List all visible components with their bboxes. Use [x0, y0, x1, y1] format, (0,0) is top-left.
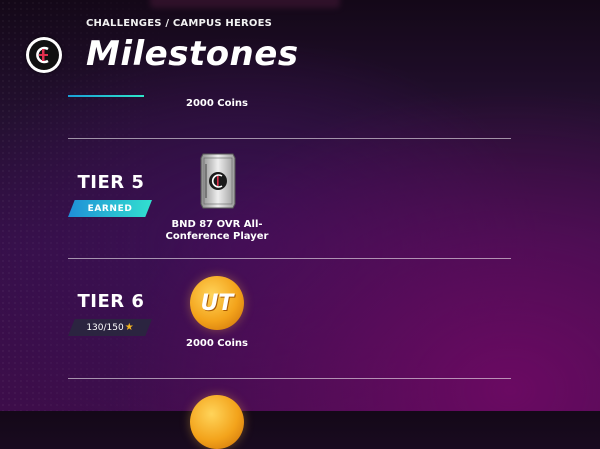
row-divider: [68, 138, 511, 139]
faded-header-graphic: [150, 0, 340, 8]
star-icon: ★: [124, 322, 134, 333]
progress-count: 130/150: [86, 322, 124, 333]
tier-label: TIER 6: [77, 291, 145, 312]
reward-label: 2000 Coins: [185, 338, 249, 349]
breadcrumb[interactable]: CHALLENGES / CAMPUS HEROES: [86, 18, 272, 29]
coin-icon[interactable]: [190, 395, 244, 449]
progress-badge: 130/150 ★: [68, 319, 152, 336]
tier-label: TIER 5: [77, 172, 145, 193]
team-logo: [26, 37, 62, 73]
tier-progress-line: [68, 95, 144, 97]
status-badge: EARNED: [68, 200, 152, 217]
page-title: Milestones: [86, 34, 299, 74]
row-divider: [68, 258, 511, 259]
row-divider: [68, 378, 511, 379]
reward-label: 2000 Coins: [185, 98, 249, 109]
reward-label: BND 87 OVR All-Conference Player: [165, 219, 269, 242]
player-pack-icon[interactable]: [199, 152, 237, 210]
coin-icon[interactable]: UT: [190, 276, 244, 330]
coin-mark: UT: [200, 290, 234, 316]
